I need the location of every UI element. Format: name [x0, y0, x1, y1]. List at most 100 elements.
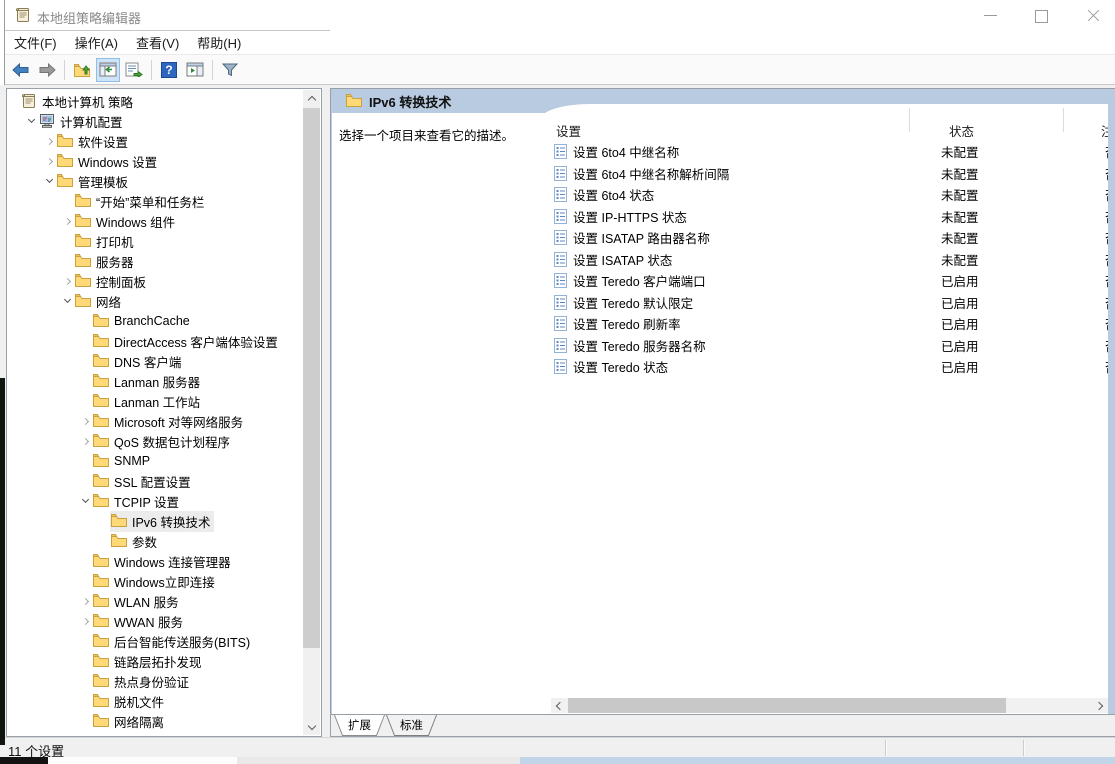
forward-icon[interactable]	[35, 58, 59, 82]
policy-setting-state: 已启用	[941, 357, 979, 376]
expand-chevron-icon[interactable]	[79, 500, 92, 502]
column-header-state[interactable]: 状态	[949, 121, 974, 140]
expand-chevron-icon[interactable]	[25, 120, 38, 122]
tree-item[interactable]: 参数	[7, 531, 303, 551]
menu-item[interactable]: 操作(A)	[66, 30, 127, 55]
tree-item[interactable]: “开始”菜单和任务栏	[7, 191, 303, 211]
tree-vertical-scrollbar[interactable]	[303, 90, 320, 735]
policy-setting-row[interactable]: 设置 Teredo 客户端端口 已启用 否	[541, 270, 1108, 292]
scroll-up-icon[interactable]	[303, 90, 320, 106]
expand-chevron-icon[interactable]	[43, 180, 56, 182]
tree-item[interactable]: BranchCache	[7, 311, 303, 331]
tree-item-label: WWAN 服务	[114, 612, 183, 631]
help-icon[interactable]	[157, 58, 181, 82]
policy-setting-row[interactable]: 设置 Teredo 默认限定 已启用 否	[541, 292, 1108, 314]
policy-setting-row[interactable]: 设置 Teredo 状态 已启用 否	[541, 356, 1108, 378]
tree-item-label: 打印机	[96, 232, 134, 251]
tree-item[interactable]: 本地计算机 策略	[7, 91, 303, 111]
maximize-button[interactable]	[1018, 0, 1063, 30]
window-title: 本地组策略编辑器	[37, 8, 141, 27]
tree-item[interactable]: Windows 设置	[7, 151, 303, 171]
list-horizontal-scrollbar[interactable]	[551, 698, 1108, 713]
tree-item[interactable]: SNMP	[7, 451, 303, 471]
tree-item[interactable]: 网络隔离	[7, 711, 303, 731]
tree-item-label: 计算机配置	[60, 112, 123, 131]
tree-item[interactable]: IPv6 转换技术	[7, 511, 303, 531]
tree-item[interactable]: Lanman 工作站	[7, 391, 303, 411]
tree-item[interactable]: WLAN 服务	[7, 591, 303, 611]
tree-item[interactable]: 软件设置	[7, 131, 303, 151]
column-header-comment[interactable]: 注释	[1101, 121, 1108, 140]
tree-item[interactable]: Windows立即连接	[7, 571, 303, 591]
expand-chevron-icon[interactable]	[79, 419, 92, 424]
scroll-left-icon[interactable]	[551, 698, 566, 713]
tree-item-label: DirectAccess 客户端体验设置	[114, 332, 278, 351]
policy-setting-row[interactable]: 设置 ISATAP 状态 未配置 否	[541, 249, 1108, 271]
tree-item[interactable]: 链路层拓扑发现	[7, 651, 303, 671]
tree-item[interactable]: 热点身份验证	[7, 671, 303, 691]
tree-item[interactable]: TCPIP 设置	[7, 491, 303, 511]
tree-item-icon	[111, 513, 127, 529]
tree-item[interactable]: Windows 连接管理器	[7, 551, 303, 571]
column-separator[interactable]	[909, 108, 910, 132]
policy-setting-row[interactable]: 设置 6to4 状态 未配置 否	[541, 184, 1108, 206]
tree-item[interactable]: DNS 客户端	[7, 351, 303, 371]
scrollbar-thumb[interactable]	[568, 698, 1006, 713]
tree-item[interactable]: 管理模板	[7, 171, 303, 191]
tree-item[interactable]: 服务器	[7, 251, 303, 271]
tree-item[interactable]: 网络	[7, 291, 303, 311]
scroll-right-icon[interactable]	[1093, 698, 1108, 713]
tree-item[interactable]: QoS 数据包计划程序	[7, 431, 303, 451]
filter-icon[interactable]	[218, 58, 242, 82]
expand-chevron-icon[interactable]	[61, 279, 74, 284]
policy-setting-row[interactable]: 设置 6to4 中继名称解析间隔 未配置 否	[541, 163, 1108, 185]
expand-chevron-icon[interactable]	[61, 300, 74, 302]
up-one-level-icon[interactable]	[70, 58, 94, 82]
tree-item[interactable]: Windows 组件	[7, 211, 303, 231]
expand-chevron-icon[interactable]	[79, 619, 92, 624]
scrollbar-thumb[interactable]	[303, 108, 320, 648]
expand-chevron-icon[interactable]	[43, 139, 56, 144]
back-icon[interactable]	[9, 58, 33, 82]
menu-bar: 文件(F) 操作(A) 查看(V) 帮助(H)	[5, 31, 1115, 54]
policy-setting-icon	[554, 166, 567, 181]
policy-setting-row[interactable]: 设置 6to4 中继名称 未配置 否	[541, 141, 1108, 163]
tree-item-icon	[93, 353, 109, 369]
menu-item[interactable]: 帮助(H)	[188, 30, 250, 55]
tree-item-label: 网络隔离	[114, 712, 164, 731]
column-header-setting[interactable]: 设置	[556, 121, 581, 140]
tree-item[interactable]: SSL 配置设置	[7, 471, 303, 491]
tree-item[interactable]: DirectAccess 客户端体验设置	[7, 331, 303, 351]
scroll-down-icon[interactable]	[303, 719, 320, 735]
policy-setting-row[interactable]: 设置 Teredo 服务器名称 已启用 否	[541, 335, 1108, 357]
expand-chevron-icon[interactable]	[79, 599, 92, 604]
policy-setting-comment: 否	[1105, 357, 1108, 376]
tree-item[interactable]: Microsoft 对等网络服务	[7, 411, 303, 431]
policy-setting-state: 未配置	[941, 185, 979, 204]
menu-item[interactable]: 文件(F)	[5, 30, 66, 55]
expand-chevron-icon[interactable]	[61, 219, 74, 224]
close-button[interactable]	[1070, 0, 1115, 30]
view-tab[interactable]: 标准	[386, 715, 437, 736]
tree-item[interactable]: WWAN 服务	[7, 611, 303, 631]
tree-item[interactable]: 后台智能传送服务(BITS)	[7, 631, 303, 651]
menu-item[interactable]: 查看(V)	[127, 30, 188, 55]
policy-setting-row[interactable]: 设置 IP-HTTPS 状态 未配置 否	[541, 206, 1108, 228]
tree-item[interactable]: 打印机	[7, 231, 303, 251]
tree-item[interactable]: 控制面板	[7, 271, 303, 291]
export-list-icon[interactable]	[122, 58, 146, 82]
policy-setting-icon	[554, 316, 567, 331]
policy-setting-row[interactable]: 设置 Teredo 刷新率 已启用 否	[541, 313, 1108, 335]
column-separator[interactable]	[1063, 108, 1064, 132]
view-tab[interactable]: 扩展	[334, 715, 385, 736]
tree-item[interactable]: 计算机配置	[7, 111, 303, 131]
expand-chevron-icon[interactable]	[79, 439, 92, 444]
policy-setting-row[interactable]: 设置 ISATAP 路由器名称 未配置 否	[541, 227, 1108, 249]
expand-chevron-icon[interactable]	[43, 159, 56, 164]
show-action-pane-icon[interactable]	[183, 58, 207, 82]
tree-item[interactable]: Lanman 服务器	[7, 371, 303, 391]
tree-item-label: Windows立即连接	[114, 572, 215, 591]
minimize-button[interactable]	[968, 0, 1013, 30]
tree-item[interactable]: 脱机文件	[7, 691, 303, 711]
show-console-tree-icon[interactable]	[96, 58, 120, 82]
